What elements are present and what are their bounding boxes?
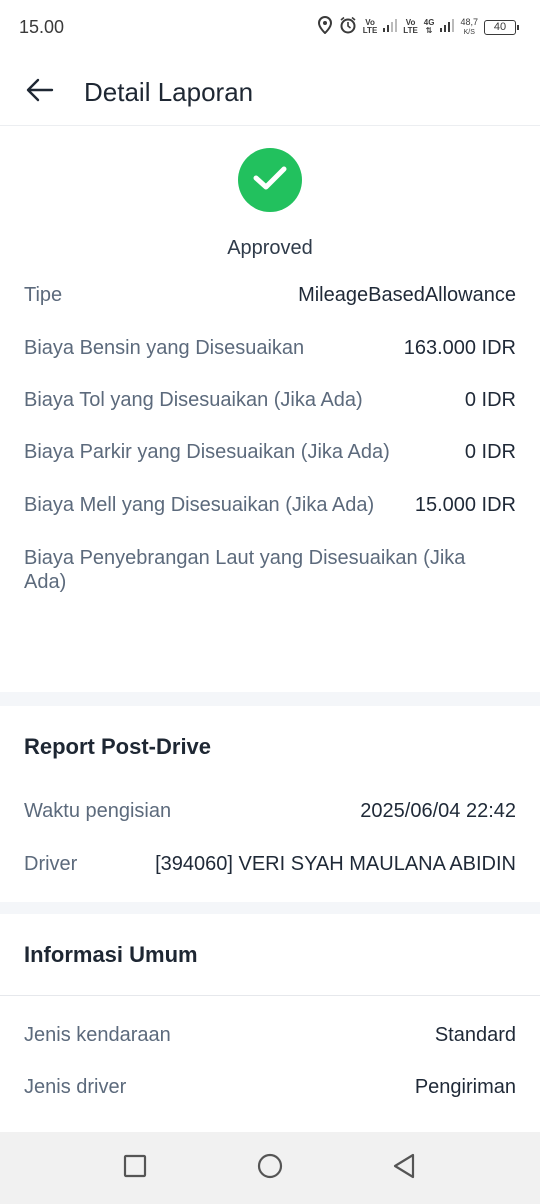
- detail-row-parkir: Biaya Parkir yang Disesuaikan (Jika Ada)…: [24, 441, 516, 464]
- row-label: Tipe: [24, 284, 63, 306]
- detail-row-waktu: Waktu pengisian 2025/06/04 22:42: [24, 800, 516, 823]
- row-label: Driver: [24, 853, 78, 875]
- detail-row-tol: Biaya Tol yang Disesuaikan (Jika Ada) 0 …: [24, 389, 516, 412]
- row-value: Standard: [434, 1024, 516, 1046]
- app-header: Detail Laporan: [0, 56, 540, 126]
- status-label: Approved: [227, 237, 313, 259]
- volte-indicator-2: Vo LTE: [403, 18, 418, 35]
- section-title-informasi-umum: Informasi Umum: [24, 942, 198, 967]
- section-divider: [0, 902, 540, 914]
- row-label: Jenis kendaraan: [24, 1024, 171, 1046]
- detail-row-penyebrangan: Biaya Penyebrangan Laut yang Disesuaikan…: [24, 546, 516, 594]
- home-button[interactable]: [256, 1153, 284, 1184]
- back-nav-button[interactable]: [390, 1153, 418, 1184]
- page-title: Detail Laporan: [84, 77, 254, 107]
- status-bar: 15.00 Vo LTE Vo LTE 4G ⇅ 48,7 K/S 40: [0, 0, 540, 56]
- section-title-post-drive: Report Post-Drive: [24, 734, 212, 759]
- signal-icon-1: [383, 18, 398, 37]
- network-speed: 48,7 K/S: [460, 16, 478, 36]
- volte-indicator-1: Vo LTE: [362, 18, 378, 35]
- row-value: Pengiriman: [414, 1076, 516, 1098]
- battery-icon: 40: [484, 19, 519, 35]
- circle-icon: [257, 1153, 283, 1184]
- system-navigation-bar: [0, 1132, 540, 1204]
- recent-apps-button[interactable]: [121, 1154, 149, 1182]
- row-value: MileageBasedAllowance: [298, 284, 516, 306]
- row-value: 0 IDR: [464, 441, 516, 463]
- square-icon: [123, 1154, 147, 1183]
- row-label: Biaya Bensin yang Disesuaikan: [24, 337, 305, 359]
- row-value: [394060] VERI SYAH MAULANA ABIDIN: [155, 853, 516, 875]
- detail-row-jenis-driver: Jenis driver Pengiriman: [24, 1076, 516, 1099]
- row-value: 163.000 IDR: [403, 337, 516, 359]
- detail-row-tipe: Tipe MileageBasedAllowance: [24, 284, 516, 307]
- row-label: Jenis driver: [24, 1076, 127, 1098]
- triangle-back-icon: [392, 1153, 416, 1184]
- divider-line: [0, 995, 540, 996]
- detail-row-bensin: Biaya Bensin yang Disesuaikan 163.000 ID…: [24, 337, 516, 360]
- row-value: 0 IDR: [464, 389, 516, 411]
- section-divider: [0, 692, 540, 706]
- row-value: 15.000 IDR: [414, 494, 516, 516]
- row-label: Biaya Tol yang Disesuaikan (Jika Ada): [24, 389, 363, 411]
- signal-icon-2: [440, 18, 455, 37]
- detail-row-driver: Driver [394060] VERI SYAH MAULANA ABIDIN: [24, 853, 516, 876]
- checkmark-icon: [253, 165, 287, 196]
- detail-row-mell: Biaya Mell yang Disesuaikan (Jika Ada) 1…: [24, 494, 516, 517]
- back-button[interactable]: [22, 74, 58, 110]
- status-time: 15.00: [19, 17, 65, 37]
- row-label: Waktu pengisian: [24, 800, 172, 822]
- network-4g-indicator: 4G ⇅: [423, 18, 435, 35]
- status-icons: Vo LTE Vo LTE 4G ⇅ 48,7 K/S 40: [317, 15, 519, 39]
- location-icon: [317, 15, 333, 39]
- detail-row-jenis-kendaraan: Jenis kendaraan Standard: [24, 1024, 516, 1047]
- row-label: Biaya Penyebrangan Laut yang Disesuaikan…: [24, 547, 466, 593]
- approved-badge: [238, 148, 302, 212]
- row-label: Biaya Mell yang Disesuaikan (Jika Ada): [24, 494, 375, 516]
- arrow-left-icon: [26, 78, 54, 107]
- row-label: Biaya Parkir yang Disesuaikan (Jika Ada): [24, 441, 390, 463]
- alarm-icon: [339, 16, 357, 39]
- row-value: 2025/06/04 22:42: [360, 800, 516, 822]
